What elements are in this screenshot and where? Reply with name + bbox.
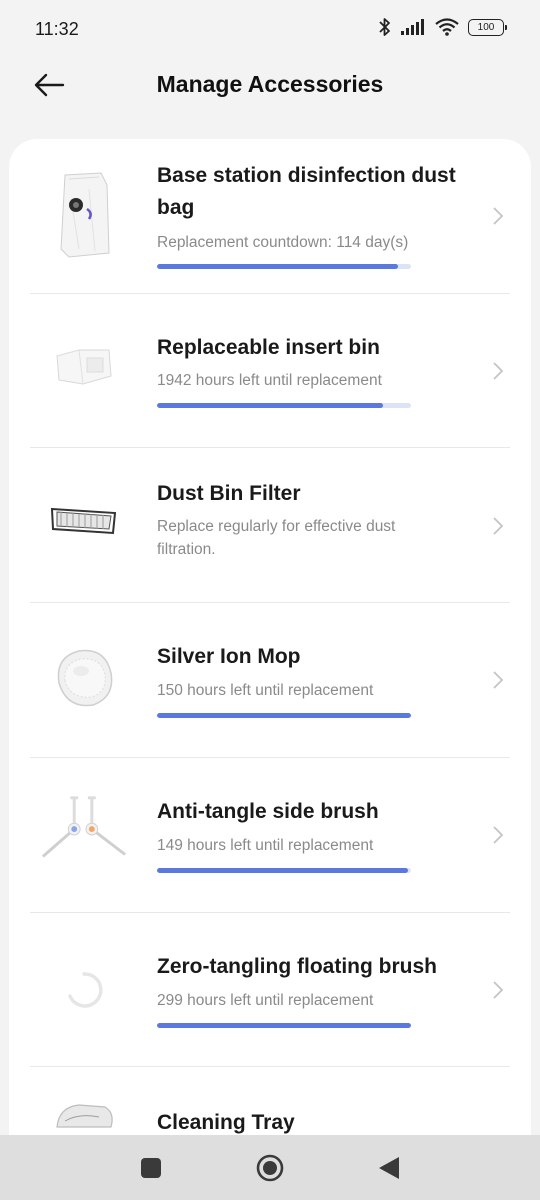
recents-button[interactable] xyxy=(136,1153,166,1183)
accessory-name: Base station disinfection dust bag xyxy=(157,164,456,219)
chevron-right-icon xyxy=(493,517,504,535)
accessory-item-dust-bin-filter[interactable]: Dust Bin Filter Replace regularly for ef… xyxy=(9,448,531,603)
progress-fill xyxy=(157,713,411,718)
progress-bar xyxy=(157,403,411,408)
progress-fill xyxy=(157,1023,411,1028)
accessory-item-dust-bag[interactable]: Base station disinfection dust bag Repla… xyxy=(9,139,531,294)
accessory-status: Replacement countdown: 114 day(s) xyxy=(157,234,409,251)
accessory-name: Silver Ion Mop xyxy=(157,645,301,668)
accessory-item-silver-ion-mop[interactable]: Silver Ion Mop 150 hours left until repl… xyxy=(9,603,531,758)
progress-fill xyxy=(157,264,399,269)
progress-bar xyxy=(157,1023,411,1028)
bluetooth-icon xyxy=(379,18,390,36)
header: Manage Accessories xyxy=(0,60,540,116)
filter-image xyxy=(39,476,129,566)
chevron-right-icon xyxy=(493,671,504,689)
accessory-status: 299 hours left until replacement xyxy=(157,992,374,1009)
accessory-status: 149 hours left until replacement xyxy=(157,837,374,854)
wifi-icon xyxy=(435,18,459,36)
accessory-name: Dust Bin Filter xyxy=(157,482,301,505)
accessories-list: Base station disinfection dust bag Repla… xyxy=(9,139,531,1139)
side-brush-image xyxy=(39,788,129,878)
progress-bar xyxy=(157,713,411,718)
chevron-right-icon xyxy=(493,362,504,380)
page-title: Manage Accessories xyxy=(156,71,384,97)
back-icon xyxy=(379,1157,399,1179)
recents-icon xyxy=(141,1158,161,1178)
nav-back-button[interactable] xyxy=(374,1153,404,1183)
accessory-status: 1942 hours left until replacement xyxy=(157,372,382,389)
battery-icon: 100 xyxy=(468,18,507,36)
dust-bag-image xyxy=(39,169,129,259)
progress-bar xyxy=(157,264,411,269)
progress-bar xyxy=(157,868,411,873)
battery-level: 100 xyxy=(477,21,495,33)
status-time: 11:32 xyxy=(35,19,79,39)
accessory-item-cleaning-tray[interactable]: Cleaning Tray xyxy=(9,1067,531,1139)
cleaning-tray-image xyxy=(39,1097,129,1137)
progress-fill xyxy=(157,403,384,408)
accessory-item-floating-brush[interactable]: Zero-tangling floating brush 299 hours l… xyxy=(9,913,531,1067)
progress-fill xyxy=(157,868,409,873)
accessory-status: Replace regularly for effective dust fil… xyxy=(157,518,396,558)
chevron-right-icon xyxy=(493,207,504,225)
accessory-name: Replaceable insert bin xyxy=(157,336,380,359)
status-bar: 11:32 100 xyxy=(0,0,540,60)
system-nav-bar xyxy=(0,1135,540,1200)
home-icon xyxy=(256,1154,284,1182)
chevron-right-icon xyxy=(493,981,504,999)
status-icons: 100 xyxy=(378,17,507,37)
signal-icon xyxy=(401,19,424,35)
accessory-item-side-brush[interactable]: Anti-tangle side brush 149 hours left un… xyxy=(9,758,531,913)
accessory-name: Anti-tangle side brush xyxy=(157,800,379,823)
mop-image xyxy=(39,633,129,723)
accessory-status: 150 hours left until replacement xyxy=(157,682,374,699)
insert-bin-image xyxy=(39,322,129,412)
home-button[interactable] xyxy=(255,1153,285,1183)
loading-spinner xyxy=(39,945,129,1035)
accessory-item-insert-bin[interactable]: Replaceable insert bin 1942 hours left u… xyxy=(9,294,531,448)
chevron-right-icon xyxy=(493,826,504,844)
accessory-name: Zero-tangling floating brush xyxy=(157,955,437,978)
